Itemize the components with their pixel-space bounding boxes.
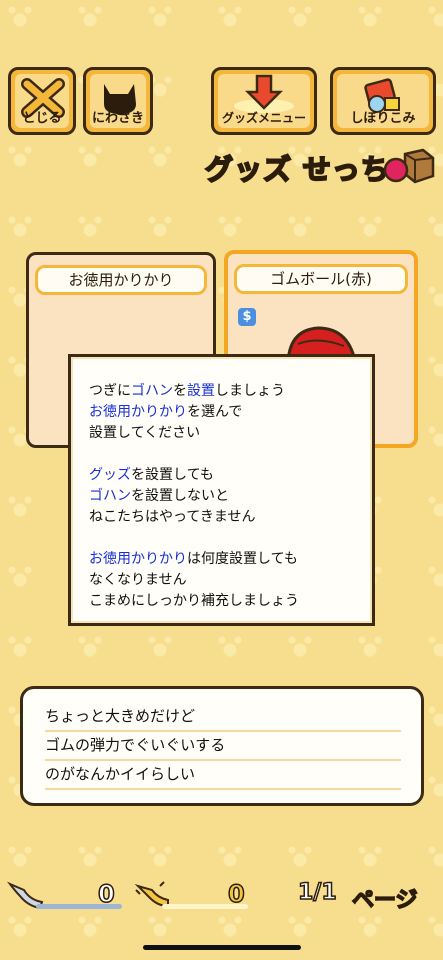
filter-button[interactable]: しぼりこみ — [330, 67, 436, 135]
goods-menu-button-label: グッズメニュー — [221, 111, 306, 125]
highlighted-term: お徳用かりかり — [89, 551, 187, 567]
page-label: ページ — [351, 887, 418, 914]
goods-card-name: ゴムボール(赤) — [234, 264, 408, 294]
close-button[interactable]: とじる — [8, 67, 76, 135]
description-line: ゴムの弾力でぐいぐいする — [45, 732, 401, 761]
dollar-badge-icon: $ — [238, 308, 256, 326]
goods-card-name: お徳用かりかり — [35, 265, 207, 295]
dialog-paragraph-3: お徳用かりかりは何度設置しても なくなりません こまめにしっかり補充しましょう — [89, 549, 372, 612]
highlighted-term: グッズ — [89, 467, 131, 483]
highlighted-term: お徳用かりかり — [89, 404, 187, 420]
page-indicator: 1/1 — [297, 879, 337, 906]
close-button-label: とじる — [22, 111, 62, 126]
dialog-text: を設置しても — [131, 467, 214, 483]
highlighted-term: 設置 — [187, 383, 215, 399]
dialog-paragraph-1: つぎにゴハンを設置しましょう お徳用かりかりを選んで 設置してください — [89, 381, 372, 444]
yard-button[interactable]: にわさき — [83, 67, 153, 135]
filter-button-label: しぼりこみ — [350, 111, 416, 126]
description-line: ちょっと大きめだけど — [45, 703, 401, 732]
yard-button-label: にわさき — [91, 111, 144, 126]
ball-and-box-icon — [383, 148, 435, 184]
dialog-text: しましょう — [215, 383, 285, 399]
item-description-panel: ちょっと大きめだけど ゴムの弾力でぐいぐいする のがなんかイイらしい — [20, 686, 424, 806]
dialog-paragraph-2: グッズを設置しても ゴハンを設置しないと ねこたちはやってきません — [89, 465, 372, 528]
gold-fish-count: 0 — [227, 879, 245, 909]
goods-menu-button[interactable]: グッズメニュー — [211, 67, 317, 135]
dialog-text: を — [173, 383, 187, 399]
page-title: グッズ せっち — [204, 152, 390, 187]
silver-fish-count: 0 — [97, 879, 115, 909]
highlighted-term: ゴハン — [131, 383, 173, 399]
description-line: のがなんかイイらしい — [45, 761, 401, 790]
tutorial-dialog: つぎにゴハンを設置しましょう お徳用かりかりを選んで 設置してください グッズを… — [68, 354, 375, 626]
home-indicator — [143, 945, 301, 950]
highlighted-term: ゴハン — [89, 488, 131, 504]
dialog-text: つぎに — [89, 383, 131, 399]
